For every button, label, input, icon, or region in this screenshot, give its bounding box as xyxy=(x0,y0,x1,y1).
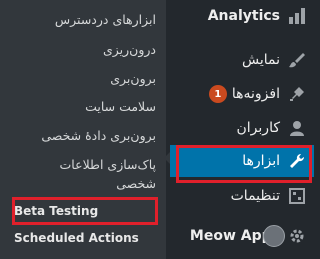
submenu-item-available-tools[interactable]: ابزارهای دردسترس xyxy=(6,10,156,29)
submenu-item-export[interactable]: برون‌بری xyxy=(6,69,156,88)
menu-item-label: کاربران xyxy=(236,120,280,136)
menu-item-meow-apps[interactable]: Meow Apps xyxy=(170,221,314,251)
update-count-badge: 1 xyxy=(208,85,227,103)
beta-testing-highlight-box xyxy=(12,197,158,225)
avatar xyxy=(263,225,285,247)
menu-item-users[interactable]: کاربران xyxy=(170,113,314,143)
submenu-item-erase-personal-data[interactable]: پاک‌سازی اطلاعات شخصی xyxy=(30,155,156,193)
submenu-item-export-personal-data[interactable]: برون‌بری دادهٔ شخصی xyxy=(6,126,156,145)
submenu-item-site-health[interactable]: سلامت سایت xyxy=(6,97,156,116)
bar-chart-icon xyxy=(286,5,308,27)
menu-item-label: Analytics xyxy=(207,8,280,24)
gear-icon xyxy=(286,225,308,247)
admin-menu: Analytics نمایش 1 افزونه‌ها کاربران ابزا… xyxy=(170,0,314,259)
menu-item-label: افزونه‌ها xyxy=(231,86,280,102)
menu-item-plugins[interactable]: 1 افزونه‌ها xyxy=(170,79,314,109)
tools-highlight-box xyxy=(176,145,312,183)
menu-item-settings[interactable]: تنظیمات xyxy=(170,181,314,211)
plug-icon xyxy=(286,83,308,105)
paint-brush-icon xyxy=(286,49,308,71)
menu-item-label: تنظیمات xyxy=(230,188,280,204)
menu-item-appearance[interactable]: نمایش xyxy=(170,45,314,75)
user-icon xyxy=(286,117,308,139)
submenu-item-import[interactable]: درون‌ریزی xyxy=(6,40,156,59)
submenu-item-scheduled-actions[interactable]: Scheduled Actions xyxy=(14,229,164,248)
menu-item-analytics[interactable]: Analytics xyxy=(170,1,314,31)
settings-icon xyxy=(286,185,308,207)
menu-item-label: نمایش xyxy=(241,52,280,68)
